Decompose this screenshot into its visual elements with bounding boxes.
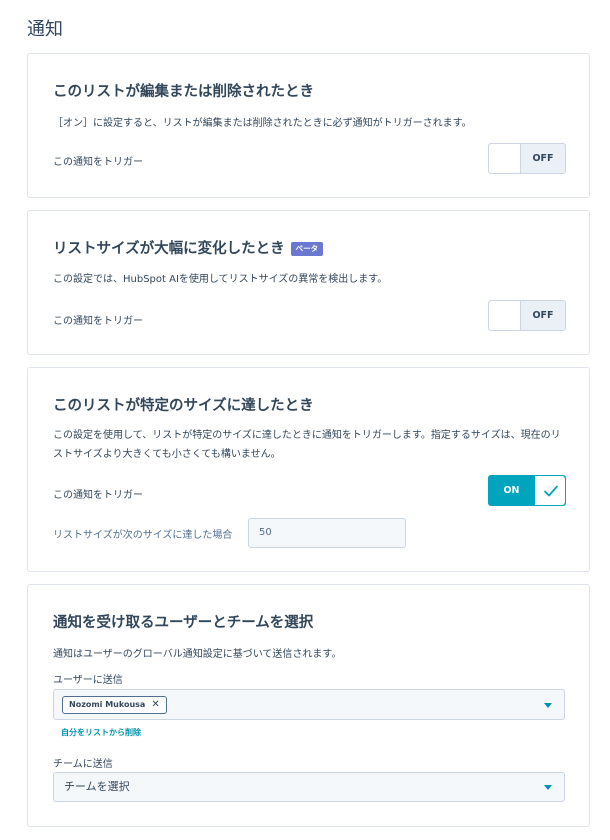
card-description: ［オン］に設定すると、リストが編集または削除されたときに必ず通知がトリガーされま…: [53, 118, 472, 129]
card-size-change: リストサイズが大幅に変化したとき ベータ この設定では、HubSpot AIを使用…: [27, 210, 590, 355]
close-icon[interactable]: ✕: [151, 699, 159, 710]
card-description: 通知はユーザーのグローバル通知設定に基づいて送信されます。: [53, 649, 342, 660]
toggle-label: OFF: [532, 153, 554, 164]
card-description: この設定を使用して、リストが特定のサイズに達したときに通知をトリガーします。指定…: [53, 430, 561, 460]
teams-label: チームに送信: [53, 759, 113, 770]
card-size-reached: このリストが特定のサイズに達したとき この設定を使用して、リストが特定のサイズに…: [27, 367, 590, 572]
card-title: リストサイズが大幅に変化したとき ベータ: [53, 237, 324, 258]
card-recipients: 通知を受け取るユーザーとチームを選択 通知はユーザーのグローバル通知設定に基づい…: [27, 584, 590, 827]
edited-notification-toggle[interactable]: OFF: [488, 143, 566, 174]
toggle-knob: [489, 144, 521, 173]
trigger-label: この通知をトリガー: [53, 490, 143, 501]
size-reached-notification-toggle[interactable]: ON: [488, 475, 566, 506]
toggle-knob: [489, 301, 521, 330]
check-icon: [544, 485, 558, 497]
size-threshold-label: リストサイズが次のサイズに達した場合: [53, 530, 233, 541]
trigger-label: この通知をトリガー: [53, 157, 143, 168]
page-title: 通知: [27, 19, 63, 40]
card-title-text: リストサイズが大幅に変化したとき: [53, 241, 285, 257]
card-title: 通知を受け取るユーザーとチームを選択: [53, 615, 314, 631]
card-title: このリストが編集または削除されたとき: [53, 84, 314, 100]
user-chip-label: Nozomi Mukousa: [69, 700, 146, 709]
card-description: この設定では、HubSpot AIを使用してリストサイズの異常を検出します。: [53, 274, 388, 285]
user-chip: Nozomi Mukousa ✕: [62, 696, 167, 714]
remove-self-link[interactable]: 自分をリストから削除: [61, 727, 141, 738]
toggle-label: OFF: [532, 310, 554, 321]
card-list-edited: このリストが編集または削除されたとき ［オン］に設定すると、リストが編集または削…: [27, 53, 590, 198]
toggle-knob: [534, 476, 565, 505]
size-change-notification-toggle[interactable]: OFF: [488, 300, 566, 331]
chevron-down-icon[interactable]: [544, 702, 552, 708]
chevron-down-icon[interactable]: [544, 785, 552, 790]
teams-select-value: チームを選択: [64, 780, 130, 793]
size-threshold-input[interactable]: 50: [248, 518, 406, 548]
card-title: このリストが特定のサイズに達したとき: [53, 398, 314, 414]
toggle-label: ON: [503, 485, 520, 496]
users-select[interactable]: Nozomi Mukousa ✕: [53, 689, 565, 720]
teams-select[interactable]: チームを選択: [53, 772, 565, 802]
users-label: ユーザーに送信: [53, 675, 123, 686]
trigger-label: この通知をトリガー: [53, 316, 143, 327]
beta-badge: ベータ: [290, 242, 324, 256]
